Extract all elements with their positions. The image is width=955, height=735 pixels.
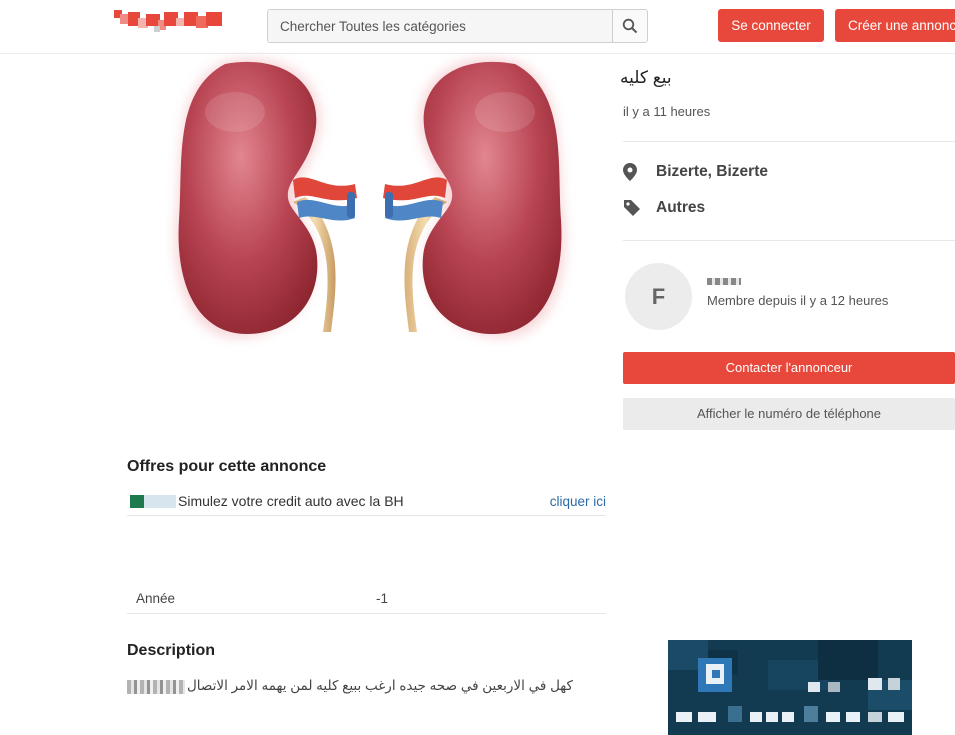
location-row: Bizerte, Bizerte	[623, 160, 768, 184]
spec-row-year: Année -1	[127, 586, 606, 614]
description-body: كهل في الاربعين في صحه جيده ارغب ببيع كل…	[127, 678, 587, 700]
ad-photo[interactable]	[165, 52, 575, 347]
show-phone-button[interactable]: Afficher le numéro de téléphone	[623, 398, 955, 430]
search-icon	[622, 18, 638, 34]
contact-seller-button[interactable]: Contacter l'annonceur	[623, 352, 955, 384]
spec-value: -1	[376, 591, 389, 606]
tag-icon	[623, 198, 645, 218]
offers-title: Offres pour cette annonce	[127, 458, 327, 475]
posted-time: il y a 11 heures	[623, 104, 711, 119]
member-since: Membre depuis il y a 12 heures	[707, 293, 889, 308]
seller-avatar[interactable]: F	[625, 263, 692, 330]
divider	[623, 141, 955, 142]
redacted-seller-name	[707, 278, 741, 285]
redacted-phone	[127, 680, 185, 694]
offer-text: Simulez votre credit auto avec la BH	[178, 493, 404, 509]
category-text: Autres	[656, 199, 706, 216]
spec-label: Année	[136, 591, 176, 606]
description-text: كهل في الاربعين في صحه جيده ارغب ببيع كل…	[187, 678, 573, 693]
map-pin-icon	[623, 162, 645, 182]
advertisement-banner[interactable]	[668, 640, 912, 735]
login-button[interactable]: Se connecter	[718, 9, 824, 42]
ad-title: بيع كليه	[620, 68, 672, 87]
offer-row: Simulez votre credit auto avec la BH cli…	[127, 490, 606, 516]
divider	[623, 240, 955, 241]
site-logo[interactable]	[114, 8, 224, 34]
search-input[interactable]	[268, 10, 613, 42]
description-title: Description	[127, 642, 216, 659]
search-button[interactable]	[612, 10, 647, 42]
category-row: Autres	[623, 196, 705, 220]
top-header: Se connecter Créer une annonce	[0, 0, 955, 54]
location-text: Bizerte, Bizerte	[656, 163, 768, 180]
create-ad-button[interactable]: Créer une annonce	[835, 9, 955, 42]
bank-logo	[130, 495, 176, 508]
offer-link[interactable]: cliquer ici	[550, 494, 606, 509]
search-bar	[267, 9, 648, 43]
